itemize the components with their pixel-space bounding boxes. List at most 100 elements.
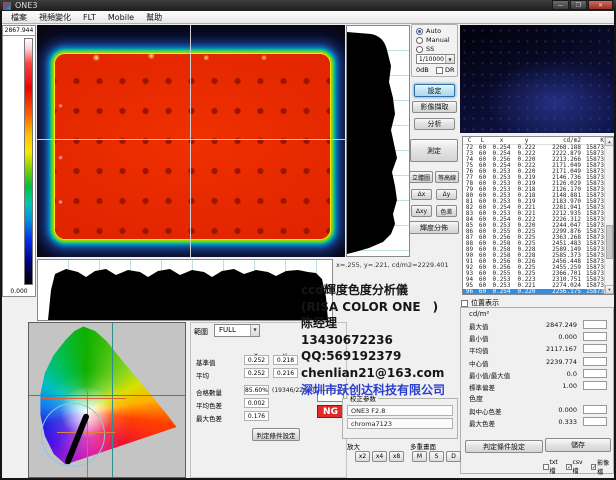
colorbar-gradient	[24, 38, 33, 285]
contour-button[interactable]: 等高線	[435, 171, 459, 183]
zoom-factor-button[interactable]: x4	[372, 451, 387, 462]
stat-row: 與中心色差 0.000	[461, 404, 613, 416]
zoom-factor-button[interactable]: x2	[355, 451, 370, 462]
checkbox-icon: ✓	[543, 464, 549, 470]
gain-label: 0dB	[416, 66, 436, 74]
color-diff-button[interactable]: 色差	[436, 205, 457, 217]
minimize-button[interactable]: —	[552, 0, 569, 10]
solid-view-button[interactable]: 立體圖	[409, 171, 433, 183]
max-diff-label: 最大色差	[196, 413, 222, 423]
threshold-input[interactable]	[583, 369, 607, 378]
checkbox-icon: ✓	[566, 464, 572, 470]
delta-y-button[interactable]: Δy	[436, 189, 457, 200]
value-y-field[interactable]: 0.216	[273, 368, 298, 378]
luminance-dist-button[interactable]: 輝度分佈	[409, 221, 459, 234]
colorbar-max-value: 2867.944	[3, 26, 35, 36]
stat-row: 最小值/最大值 0.0	[461, 368, 613, 380]
horizontal-profile-curve	[38, 260, 332, 320]
calibration-param1-field[interactable]: ONE3 F2.8	[347, 405, 453, 416]
horizontal-profile-plot	[37, 259, 333, 321]
value-x-field[interactable]: 0.252	[244, 355, 269, 365]
capture-button[interactable]: 影像擷取	[412, 101, 457, 113]
cie-tolerance-circle	[41, 403, 105, 467]
save-button[interactable]: 儲存	[545, 438, 611, 452]
save-format-checkbox[interactable]: ✓ csv檔	[566, 458, 587, 476]
menu-item[interactable]: Mobile	[102, 13, 140, 22]
dr-checkbox[interactable]	[436, 67, 443, 74]
stats-panel: cd/m² 最大值 2847.249 最小值 0.000	[460, 307, 614, 474]
radio-icon	[416, 28, 423, 35]
close-button[interactable]: ✕	[588, 0, 613, 10]
judge-condition-button-2[interactable]: 判定條件設定	[252, 428, 300, 441]
calibration-param2-field[interactable]: chroma7123	[347, 418, 453, 429]
result-blank-box	[317, 390, 344, 402]
save-format-checkbox[interactable]: ✓ 影像檔	[591, 458, 613, 476]
vertical-profile-curve	[347, 26, 409, 256]
calibration-title: 校正参数	[348, 393, 378, 403]
cursor-readout: x=.255, y=.221, cd/m2=2229.401	[336, 261, 449, 269]
save-format-checkbox[interactable]: ✓ txt檔	[543, 458, 562, 476]
scroll-down-icon[interactable]: ▼	[605, 285, 614, 294]
menu-item[interactable]: FLT	[77, 13, 102, 22]
zoom-label: 放大	[347, 441, 360, 451]
threshold-input[interactable]	[583, 381, 607, 390]
menu-item[interactable]: 檔案	[5, 12, 33, 23]
led-panel-heatmap	[55, 54, 330, 239]
pass-count-detail: (19346/22600)	[272, 387, 317, 394]
threshold-input[interactable]	[583, 405, 607, 414]
crosshair-vertical[interactable]	[190, 25, 191, 257]
range-dropdown[interactable]: FULL ▼	[214, 324, 260, 337]
pass-count-value: 85.60%	[244, 385, 269, 395]
stat-row: 最小值 0.000	[461, 331, 613, 343]
threshold-input[interactable]	[583, 357, 607, 366]
maximize-button[interactable]: ❐	[570, 0, 587, 10]
multi-screen-button[interactable]: D	[446, 451, 461, 462]
menu-item[interactable]: 視頻變化	[33, 12, 77, 23]
zoom-factor-button[interactable]: x8	[389, 451, 404, 462]
judge-condition-button[interactable]: 判定條件設定	[465, 440, 543, 453]
threshold-input[interactable]	[583, 320, 607, 329]
threshold-input[interactable]	[583, 332, 607, 341]
checkbox-icon	[461, 300, 468, 307]
chevron-down-icon: ▼	[250, 325, 259, 336]
table-row[interactable]: 96 60 0.254 0.220 2256.175 15873	[463, 289, 613, 295]
multi-screen-button[interactable]: S	[429, 451, 444, 462]
camera-preview-image[interactable]	[460, 25, 614, 133]
checkbox-icon: ✓	[591, 464, 597, 470]
measurement-table[interactable]: C L x y cd/m2 K 72 60 0.254 0.222 2268.1…	[462, 136, 614, 295]
table-body: 72 60 0.254 0.222 2268.188 15873 73 60 0…	[463, 145, 613, 295]
luminance-image[interactable]	[37, 25, 345, 257]
multi-screen-button[interactable]: M	[412, 451, 427, 462]
table-scrollbar[interactable]: ▲ ▼	[604, 137, 613, 294]
cie-chromaticity-diagram[interactable]	[28, 322, 186, 478]
stat-row: 標準偏差 1.00	[461, 380, 613, 392]
set-button[interactable]: 設定	[414, 84, 455, 97]
vertical-profile-plot	[346, 25, 410, 257]
value-x-field[interactable]: 0.252	[244, 368, 269, 378]
title-bar[interactable]: ONE3 — ❐ ✕	[0, 0, 616, 11]
scroll-up-icon[interactable]: ▲	[605, 137, 614, 146]
exposure-mode-radio[interactable]: Manual	[416, 36, 457, 44]
client-area: 2867.944 0.000 x=.255, y=.221, cd/m2=222…	[2, 24, 614, 478]
analyze-button[interactable]: 分析	[414, 118, 455, 130]
threshold-input[interactable]	[583, 344, 607, 353]
cie-marker-line-h	[41, 398, 125, 399]
measure-button[interactable]: 測定	[410, 139, 458, 162]
delta-x-button[interactable]: Δx	[411, 189, 432, 200]
exposure-mode-radio[interactable]: Auto	[416, 27, 457, 35]
multi-screen-label: 多重畫面	[410, 441, 436, 451]
ng-status-badge: NG	[317, 405, 344, 418]
shutter-speed-dropdown[interactable]: 1/10000 ▼	[416, 54, 455, 64]
menu-item[interactable]: 幫助	[140, 12, 168, 23]
crosshair-horizontal[interactable]	[37, 139, 345, 140]
app-window: ONE3 — ❐ ✕ 檔案視頻變化FLTMobile幫助 2867.944 0.…	[0, 0, 616, 480]
value-y-field[interactable]: 0.218	[273, 355, 298, 365]
delta-xy-button[interactable]: Δxy	[411, 205, 432, 217]
range-label: 範圍	[194, 327, 208, 337]
threshold-input[interactable]	[583, 417, 607, 426]
window-title: ONE3	[15, 1, 37, 10]
stat-row: 最大值 2847.249	[461, 319, 613, 331]
scrollbar-thumb[interactable]	[606, 225, 613, 259]
exposure-mode-radio[interactable]: SS	[416, 45, 457, 53]
cie-marker-line-v	[87, 391, 88, 477]
